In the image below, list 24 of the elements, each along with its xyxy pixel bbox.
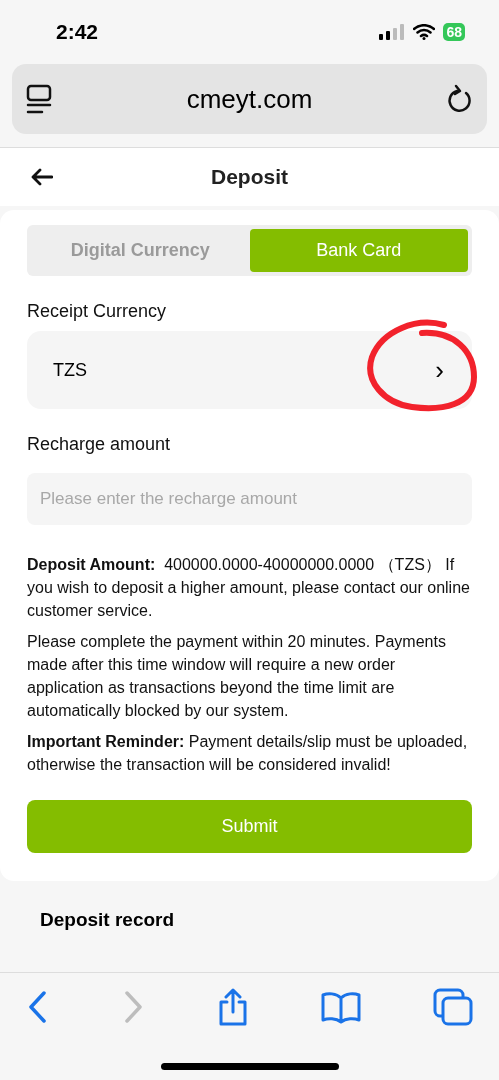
notice-text: Deposit Amount: 400000.0000-40000000.0000 （TZS） If you wish to deposit a higher amount, please contact our online customer service. xyxy=(27,555,471,621)
field-label: Recharge amount xyxy=(27,433,172,456)
section-title: Deposit record xyxy=(40,907,175,932)
field-label: Receipt Currency xyxy=(27,300,168,323)
back-arrow-icon[interactable] xyxy=(31,168,53,186)
chevron-icon: › xyxy=(435,357,444,383)
address-bar[interactable]: cmeyt.com xyxy=(12,64,487,134)
signal-icon xyxy=(379,24,406,40)
battery-icon: 68 xyxy=(443,23,465,41)
notice-text: Important Reminder: Payment details/slip must be uploaded, otherwise the transaction will be considered invalid! xyxy=(27,732,469,775)
status-time: 2:42 xyxy=(56,19,99,46)
reader-icon[interactable] xyxy=(26,84,52,114)
reload-icon[interactable] xyxy=(447,84,473,114)
book-icon[interactable] xyxy=(320,990,363,1024)
tab[interactable]: Digital Currency xyxy=(31,229,250,272)
url-text: cmeyt.com xyxy=(186,82,313,116)
currency-select[interactable]: TZS › xyxy=(27,331,472,409)
wifi-icon xyxy=(413,24,436,40)
tab[interactable]: Bank Card xyxy=(249,229,468,272)
tabs-icon[interactable] xyxy=(433,988,473,1026)
submit-button[interactable]: Submit xyxy=(27,800,472,853)
page-title: Deposit xyxy=(211,164,288,191)
notice-text: Please complete the payment within 20 minutes. Payments made after this time window will require a new order application as transactions beyond the time limit are automatically blocked by our system. xyxy=(27,632,447,721)
amount-field[interactable]: Please enter the recharge amount xyxy=(27,473,472,525)
